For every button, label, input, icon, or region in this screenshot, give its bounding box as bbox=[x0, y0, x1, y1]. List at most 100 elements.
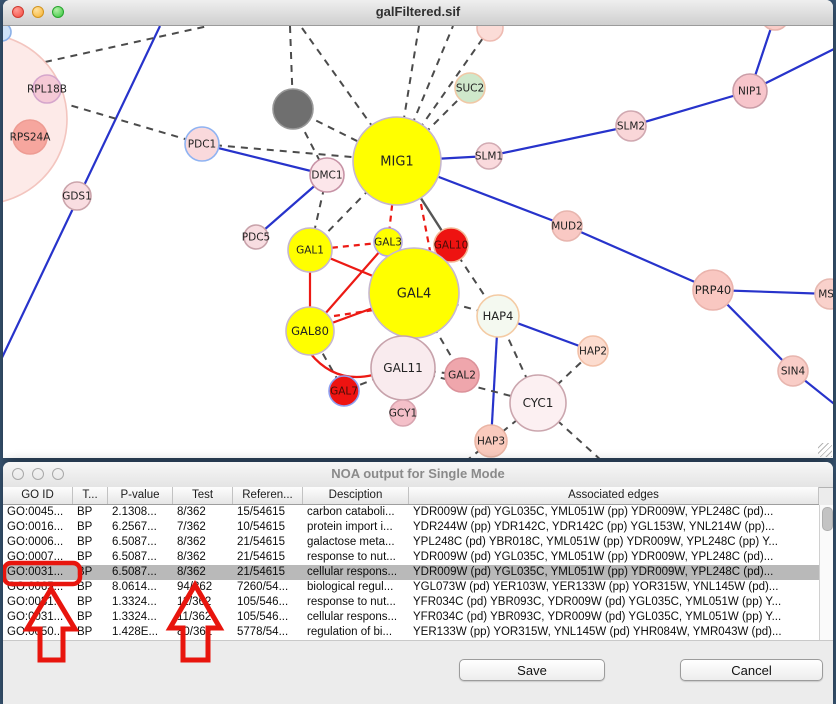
cell-associated_edges: YER133W (pp) YOR315W, YNL145W (pd) YHR08… bbox=[409, 625, 819, 640]
cell-test: 7/362 bbox=[173, 520, 233, 535]
cell-p_value: 8.0614... bbox=[108, 580, 173, 595]
table-row[interactable]: GO:0016...BP6.2567...7/36210/54615protei… bbox=[3, 520, 819, 535]
cell-p_value: 2.1308... bbox=[108, 505, 173, 520]
table-row[interactable]: GO:0050...BP1.428E...80/3625778/54...reg… bbox=[3, 625, 819, 640]
cell-p_value: 6.2567... bbox=[108, 520, 173, 535]
cell-go_id: GO:0031... bbox=[3, 595, 73, 610]
graph-node-label-CYC1: CYC1 bbox=[523, 396, 554, 410]
cell-reference: 21/54615 bbox=[233, 550, 303, 565]
cell-associated_edges: YFR034C (pd) YBR093C, YDR009W (pd) YGL03… bbox=[409, 595, 819, 610]
graph-edge-dash bbox=[45, 26, 208, 62]
cell-associated_edges: YGL073W (pd) YER103W, YER133W (pp) YOR31… bbox=[409, 580, 819, 595]
cell-test: 11/362 bbox=[173, 595, 233, 610]
graph-node-label-SLM2: SLM2 bbox=[617, 121, 645, 133]
table-row[interactable]: GO:0031...BP1.3324...11/362105/546...cel… bbox=[3, 610, 819, 625]
table-row[interactable]: GO:0065...BP8.0614...94/3627260/54...bio… bbox=[3, 580, 819, 595]
cell-description: protein import i... bbox=[303, 520, 409, 535]
window-title: NOA output for Single Mode bbox=[3, 466, 833, 481]
cell-reference: 21/54615 bbox=[233, 565, 303, 580]
graph-node-label-HAP3: HAP3 bbox=[477, 436, 505, 448]
resize-grip[interactable] bbox=[818, 443, 832, 457]
cancel-button[interactable]: Cancel bbox=[680, 659, 823, 681]
cell-reference: 7260/54... bbox=[233, 580, 303, 595]
graph-node-label-MSN: MSN bbox=[818, 289, 833, 301]
cell-test: 8/362 bbox=[173, 565, 233, 580]
cell-associated_edges: YFR034C (pd) YBR093C, YDR009W (pd) YGL03… bbox=[409, 610, 819, 625]
cell-test: 80/362 bbox=[173, 625, 233, 640]
table-row[interactable]: GO:0007...BP6.5087...8/36221/54615respon… bbox=[3, 550, 819, 565]
cell-test: 8/362 bbox=[173, 505, 233, 520]
cell-reference: 5778/54... bbox=[233, 625, 303, 640]
table-row-selected[interactable]: GO:0031...BP6.5087...8/36221/54615cellul… bbox=[3, 565, 819, 580]
graph-node-label-RPS24A: RPS24A bbox=[10, 132, 52, 144]
cell-test: 8/362 bbox=[173, 535, 233, 550]
graph-node-label-SIN4: SIN4 bbox=[781, 366, 806, 378]
results-table: GO:0045...BP2.1308...8/36215/54615carbon… bbox=[3, 505, 819, 640]
cell-associated_edges: YDR009W (pd) YGL035C, YML051W (pp) YDR00… bbox=[409, 565, 819, 580]
graph-node-label-PRP40: PRP40 bbox=[695, 283, 732, 297]
cell-description: cellular respons... bbox=[303, 565, 409, 580]
cell-description: galactose meta... bbox=[303, 535, 409, 550]
network-window-titlebar[interactable]: galFiltered.sif bbox=[3, 0, 833, 26]
network-graph-canvas[interactable]: RPL18BRPS24AGDS1PDC1MIG1SUC2SLM1SLM2NIP1… bbox=[3, 26, 833, 458]
cell-type: BP bbox=[73, 625, 108, 640]
cell-p_value: 1.3324... bbox=[108, 610, 173, 625]
cell-description: biological regul... bbox=[303, 580, 409, 595]
cell-reference: 105/546... bbox=[233, 595, 303, 610]
column-header-p_value[interactable]: P-value bbox=[108, 487, 173, 504]
cell-go_id: GO:0006... bbox=[3, 535, 73, 550]
graph-node-label-PDC1: PDC1 bbox=[188, 139, 216, 151]
graph-edge-pp bbox=[567, 226, 713, 290]
noa-output-window: NOA output for Single Mode GO IDT...P-va… bbox=[3, 462, 833, 704]
noa-window-titlebar[interactable]: NOA output for Single Mode bbox=[3, 462, 833, 488]
window-title: galFiltered.sif bbox=[3, 4, 833, 19]
graph-node-label-GDS1: GDS1 bbox=[62, 191, 92, 203]
cell-go_id: GO:0031... bbox=[3, 565, 73, 580]
graph-node-label-GAL7: GAL7 bbox=[330, 386, 358, 398]
column-header-description[interactable]: Desciption bbox=[303, 487, 409, 504]
save-button[interactable]: Save bbox=[459, 659, 605, 681]
cell-go_id: GO:0065... bbox=[3, 580, 73, 595]
cell-type: BP bbox=[73, 550, 108, 565]
column-header-associated_edges[interactable]: Associated edges bbox=[409, 487, 819, 504]
graph-node-top-right-pink[interactable] bbox=[761, 26, 789, 30]
cell-p_value: 1.3324... bbox=[108, 595, 173, 610]
cell-type: BP bbox=[73, 520, 108, 535]
scrollbar-thumb[interactable] bbox=[822, 507, 833, 531]
network-window: galFiltered.sif RPL18BRPS24AGDS1PDC1MIG1… bbox=[3, 0, 833, 458]
table-row[interactable]: GO:0006...BP6.5087...8/36221/54615galact… bbox=[3, 535, 819, 550]
graph-node-top-pink[interactable] bbox=[477, 26, 503, 41]
graph-edge-pp bbox=[631, 91, 750, 126]
cell-test: 94/362 bbox=[173, 580, 233, 595]
table-row[interactable]: GO:0045...BP2.1308...8/36215/54615carbon… bbox=[3, 505, 819, 520]
cell-test: 11/362 bbox=[173, 610, 233, 625]
graph-node-label-SUC2: SUC2 bbox=[456, 83, 484, 95]
cell-p_value: 6.5087... bbox=[108, 535, 173, 550]
table-row[interactable]: GO:0031...BP1.3324...11/362105/546...res… bbox=[3, 595, 819, 610]
table-bottom-border bbox=[3, 640, 833, 641]
cell-description: carbon cataboli... bbox=[303, 505, 409, 520]
graph-node-label-HAP2: HAP2 bbox=[579, 346, 607, 358]
graph-node-label-SLM1: SLM1 bbox=[475, 151, 503, 163]
cell-go_id: GO:0007... bbox=[3, 550, 73, 565]
graph-node-label-PDC5: PDC5 bbox=[242, 232, 270, 244]
graph-edge-pp bbox=[489, 126, 631, 156]
graph-node-label-NIP1: NIP1 bbox=[738, 86, 762, 98]
graph-node-label-GAL2: GAL2 bbox=[448, 370, 476, 382]
graph-node-label-MUD2: MUD2 bbox=[551, 221, 583, 233]
column-header-test[interactable]: Test bbox=[173, 487, 233, 504]
graph-node-gray-node[interactable] bbox=[273, 89, 313, 129]
graph-node-label-HAP4: HAP4 bbox=[483, 309, 514, 323]
column-header-go_id[interactable]: GO ID bbox=[3, 487, 73, 504]
cell-go_id: GO:0045... bbox=[3, 505, 73, 520]
graph-node-big-left[interactable] bbox=[3, 34, 67, 204]
cell-p_value: 1.428E... bbox=[108, 625, 173, 640]
cell-description: regulation of bi... bbox=[303, 625, 409, 640]
graph-node-label-DMC1: DMC1 bbox=[311, 170, 342, 182]
table-scrollbar[interactable] bbox=[819, 505, 833, 640]
cell-description: cellular respons... bbox=[303, 610, 409, 625]
graph-node-label-MIG1: MIG1 bbox=[380, 155, 413, 170]
column-header-type[interactable]: T... bbox=[73, 487, 108, 504]
column-header-reference[interactable]: Referen... bbox=[233, 487, 303, 504]
graph-edge-red bbox=[310, 353, 373, 377]
